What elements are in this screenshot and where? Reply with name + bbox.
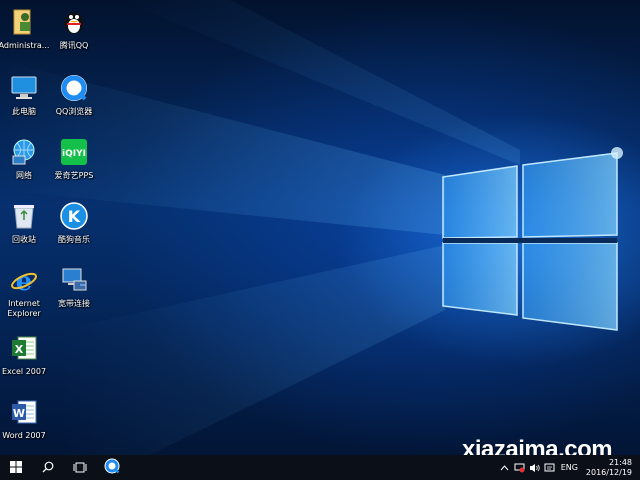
desktop-icon-label: Excel 2007 — [1, 367, 47, 376]
broadband-connection-icon — [58, 264, 90, 296]
desktop-icon-label: 酷狗音乐 — [58, 235, 90, 244]
desktop-icon-qq[interactable]: 腾讯QQ — [46, 4, 102, 68]
search-icon — [42, 458, 54, 477]
network-status-icon — [514, 463, 525, 472]
taskbar-clock[interactable]: 21:48 2016/12/19 — [582, 458, 632, 478]
desktop-icon-word[interactable]: W Word 2007 — [0, 394, 52, 455]
desktop-icon-internet-explorer[interactable]: e Internet Explorer — [0, 262, 52, 326]
svg-text:K: K — [68, 207, 81, 226]
notification-tray-button[interactable] — [544, 462, 555, 473]
svg-text:iQIYI: iQIYI — [62, 149, 86, 159]
input-language-indicator[interactable]: ENG — [561, 463, 578, 472]
svg-text:e: e — [16, 267, 33, 294]
kugou-icon: K — [58, 200, 90, 232]
task-view-icon — [73, 458, 87, 477]
desktop-icon-label: QQ浏览器 — [55, 107, 93, 116]
message-icon — [544, 463, 555, 471]
svg-text:W: W — [13, 407, 25, 420]
taskbar-qq-browser-button[interactable] — [96, 455, 128, 480]
search-button[interactable] — [32, 455, 64, 480]
watermark-text: xiazaima.com — [462, 436, 613, 455]
network-tray-button[interactable] — [514, 462, 525, 473]
clock-date: 2016/12/19 — [585, 467, 632, 477]
desktop-icon-excel[interactable]: X Excel 2007 — [0, 330, 52, 394]
start-button[interactable] — [0, 455, 32, 480]
qq-browser-icon — [58, 72, 90, 104]
speaker-icon — [529, 463, 540, 472]
network-icon — [8, 136, 40, 168]
show-hidden-icons-button[interactable] — [499, 462, 510, 473]
internet-explorer-icon: e — [8, 264, 40, 296]
svg-text:X: X — [15, 343, 24, 356]
volume-tray-button[interactable] — [529, 462, 540, 473]
clock-time: 21:48 — [608, 457, 632, 467]
system-tray: ENG 21:48 2016/12/19 — [497, 455, 640, 480]
chevron-up-icon — [500, 464, 509, 470]
windows-logo-icon — [10, 458, 22, 477]
desktop-icon-kugou[interactable]: K 酷狗音乐 — [46, 198, 102, 262]
word-icon: W — [8, 396, 40, 428]
desktop-icon-administrator[interactable]: Administra... — [0, 4, 52, 68]
desktop-icon-broadband[interactable]: 宽带连接 — [46, 262, 102, 326]
desktop-icon-label: 宽带连接 — [58, 299, 90, 308]
taskbar: ENG 21:48 2016/12/19 — [0, 455, 640, 480]
desktop-icon-qq-browser[interactable]: QQ浏览器 — [46, 70, 102, 134]
desktop[interactable]: Administra... 此电脑 网络 回收站 e Internet Expl… — [0, 0, 640, 455]
qq-browser-icon — [104, 458, 120, 478]
desktop-icon-label: 腾讯QQ — [59, 41, 89, 50]
desktop-icon-recycle-bin[interactable]: 回收站 — [0, 198, 52, 262]
computer-icon — [8, 72, 40, 104]
desktop-icon-iqiyi[interactable]: iQIYI 爱奇艺PPS — [46, 134, 102, 198]
iqiyi-icon: iQIYI — [58, 136, 90, 168]
folder-user-icon — [8, 6, 40, 38]
qq-penguin-icon — [58, 6, 90, 38]
excel-icon: X — [8, 332, 40, 364]
desktop-icon-network[interactable]: 网络 — [0, 134, 52, 198]
desktop-icon-administrator[interactable]: 此电脑 — [0, 70, 52, 134]
desktop-icon-label: 爱奇艺PPS — [54, 171, 94, 180]
task-view-button[interactable] — [64, 455, 96, 480]
desktop-icon-label: Word 2007 — [2, 431, 46, 440]
recycle-bin-icon — [8, 200, 40, 232]
